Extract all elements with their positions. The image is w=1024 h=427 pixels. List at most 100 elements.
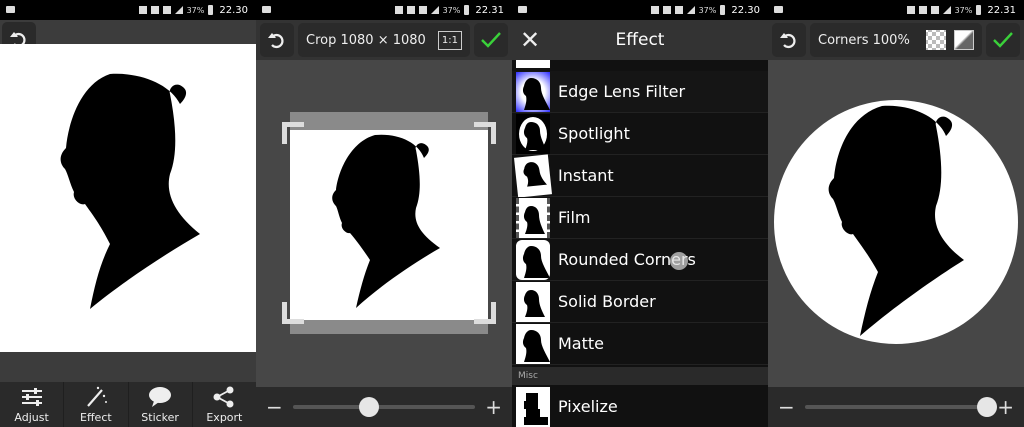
crop-handle-top-left[interactable] <box>282 122 304 144</box>
tool-sticker[interactable]: Sticker <box>127 382 192 427</box>
corners-slider[interactable] <box>804 397 998 417</box>
crop-handle-top-right[interactable] <box>474 122 496 144</box>
effect-item-instant[interactable]: Instant <box>512 153 768 198</box>
effect-label: Film <box>558 208 591 227</box>
silhouette-image <box>332 134 440 308</box>
corners-slider-thumb[interactable] <box>977 397 998 417</box>
clock: 22.30 <box>731 4 760 16</box>
camera-notification-icon <box>262 6 271 13</box>
clock: 22.30 <box>219 4 248 16</box>
checkmark-icon <box>481 32 501 48</box>
effect-item-pixelize[interactable]: Pixelize <box>512 386 768 427</box>
magic-wand-icon <box>84 386 108 408</box>
status-bar: 37% 22.30 <box>0 0 256 20</box>
status-bar: 37% 22.30 <box>512 0 768 20</box>
effect-thumb <box>516 197 550 238</box>
headset-icon <box>150 6 159 14</box>
effect-thumb <box>516 113 550 154</box>
confirm-button[interactable] <box>986 23 1020 57</box>
effect-thumb <box>516 281 550 322</box>
signal-icon <box>930 6 939 14</box>
effect-thumb <box>516 323 550 364</box>
effect-item-solid-border[interactable]: Solid Border <box>512 281 768 323</box>
aspect-ratio-button[interactable]: 1:1 <box>437 30 462 50</box>
battery-icon <box>464 5 470 15</box>
crop-toolbar: Crop 1080 × 1080 1:1 <box>256 20 512 60</box>
zoom-out-button[interactable]: − <box>266 395 283 419</box>
crop-handle-bottom-left[interactable] <box>282 302 304 324</box>
battery-text: 37% <box>186 5 205 15</box>
decrease-corners-button[interactable]: − <box>778 395 795 419</box>
gradient-background-icon[interactable] <box>954 30 974 50</box>
share-icon <box>212 386 236 408</box>
tool-adjust[interactable]: Adjust <box>0 382 63 427</box>
confirm-button[interactable] <box>474 23 508 57</box>
effect-item-spotlight[interactable]: Spotlight <box>512 113 768 155</box>
tool-export[interactable]: Export <box>191 382 256 427</box>
effect-thumb <box>516 71 550 112</box>
effect-item-edge-lens-filter[interactable]: Edge Lens Filter <box>512 71 768 113</box>
crop-panel: 37% 22.31 Crop 1080 × 1080 1:1 − + <box>256 0 512 427</box>
effect-thumb <box>516 386 550 427</box>
effect-label: Solid Border <box>558 292 656 311</box>
corners-field[interactable]: Corners 100% <box>810 23 982 57</box>
rounded-image[interactable] <box>774 100 1018 344</box>
cast-icon <box>394 6 403 14</box>
headset-icon <box>406 6 415 14</box>
increase-corners-button[interactable]: + <box>997 395 1014 419</box>
zoom-in-button[interactable]: + <box>485 395 502 419</box>
corners-toolbar: Corners 100% <box>768 20 1024 60</box>
image-canvas[interactable] <box>0 44 256 352</box>
battery-text: 37% <box>698 5 717 15</box>
effect-item-matte[interactable]: Matte <box>512 323 768 365</box>
effect-item-rounded-corners[interactable]: Rounded Corners <box>512 239 768 281</box>
effect-header: ✕ Effect <box>512 20 768 60</box>
corners-slider-bar: − + <box>768 387 1024 427</box>
sliders-icon <box>20 386 44 408</box>
crop-area[interactable] <box>282 112 496 334</box>
battery-icon <box>976 5 982 15</box>
signal-icon <box>418 6 427 14</box>
status-bar: 37% 22.31 <box>256 0 512 20</box>
effect-label: Spotlight <box>558 124 630 143</box>
camera-notification-icon <box>518 6 527 13</box>
battery-text: 37% <box>954 5 973 15</box>
transparent-background-icon[interactable] <box>926 30 946 50</box>
section-header-misc: Misc <box>512 367 768 385</box>
signal-icon <box>162 6 171 14</box>
silhouette-image <box>60 73 201 309</box>
camera-notification-icon <box>6 6 15 13</box>
tool-effect[interactable]: Effect <box>63 382 127 427</box>
effect-label: Instant <box>558 166 614 185</box>
effect-item-film[interactable]: Film <box>512 197 768 239</box>
tool-label: Effect <box>80 411 112 424</box>
tool-label: Adjust <box>14 411 49 424</box>
editor-panel: 37% 22.30 Adjust Effect Sticker Export <box>0 0 256 427</box>
wifi-icon <box>430 6 439 14</box>
close-icon[interactable]: ✕ <box>520 26 540 54</box>
undo-button[interactable] <box>772 23 806 57</box>
effect-panel: 37% 22.30 ✕ Effect Edge Lens Filter Spot… <box>512 0 768 427</box>
zoom-slider[interactable] <box>292 397 476 417</box>
effect-row-partial <box>512 60 768 70</box>
crop-handle-bottom-right[interactable] <box>474 302 496 324</box>
battery-icon <box>208 5 214 15</box>
transparency-toggle[interactable] <box>926 30 974 50</box>
cast-icon <box>138 6 147 14</box>
battery-icon <box>720 5 726 15</box>
tool-label: Export <box>206 411 243 424</box>
zoom-slider-thumb[interactable] <box>359 397 380 417</box>
crop-size-field[interactable]: Crop 1080 × 1080 1:1 <box>298 23 470 57</box>
tool-label: Sticker <box>141 411 179 424</box>
camera-notification-icon <box>774 6 783 13</box>
wifi-icon <box>686 6 695 14</box>
effect-thumb <box>514 153 552 198</box>
speech-bubble-icon <box>148 386 172 408</box>
clock: 22.31 <box>475 4 504 16</box>
headset-icon <box>918 6 927 14</box>
battery-text: 37% <box>442 5 461 15</box>
effect-label: Matte <box>558 334 604 353</box>
effect-label: Edge Lens Filter <box>558 82 686 101</box>
crop-image <box>290 130 488 320</box>
undo-button[interactable] <box>260 23 294 57</box>
